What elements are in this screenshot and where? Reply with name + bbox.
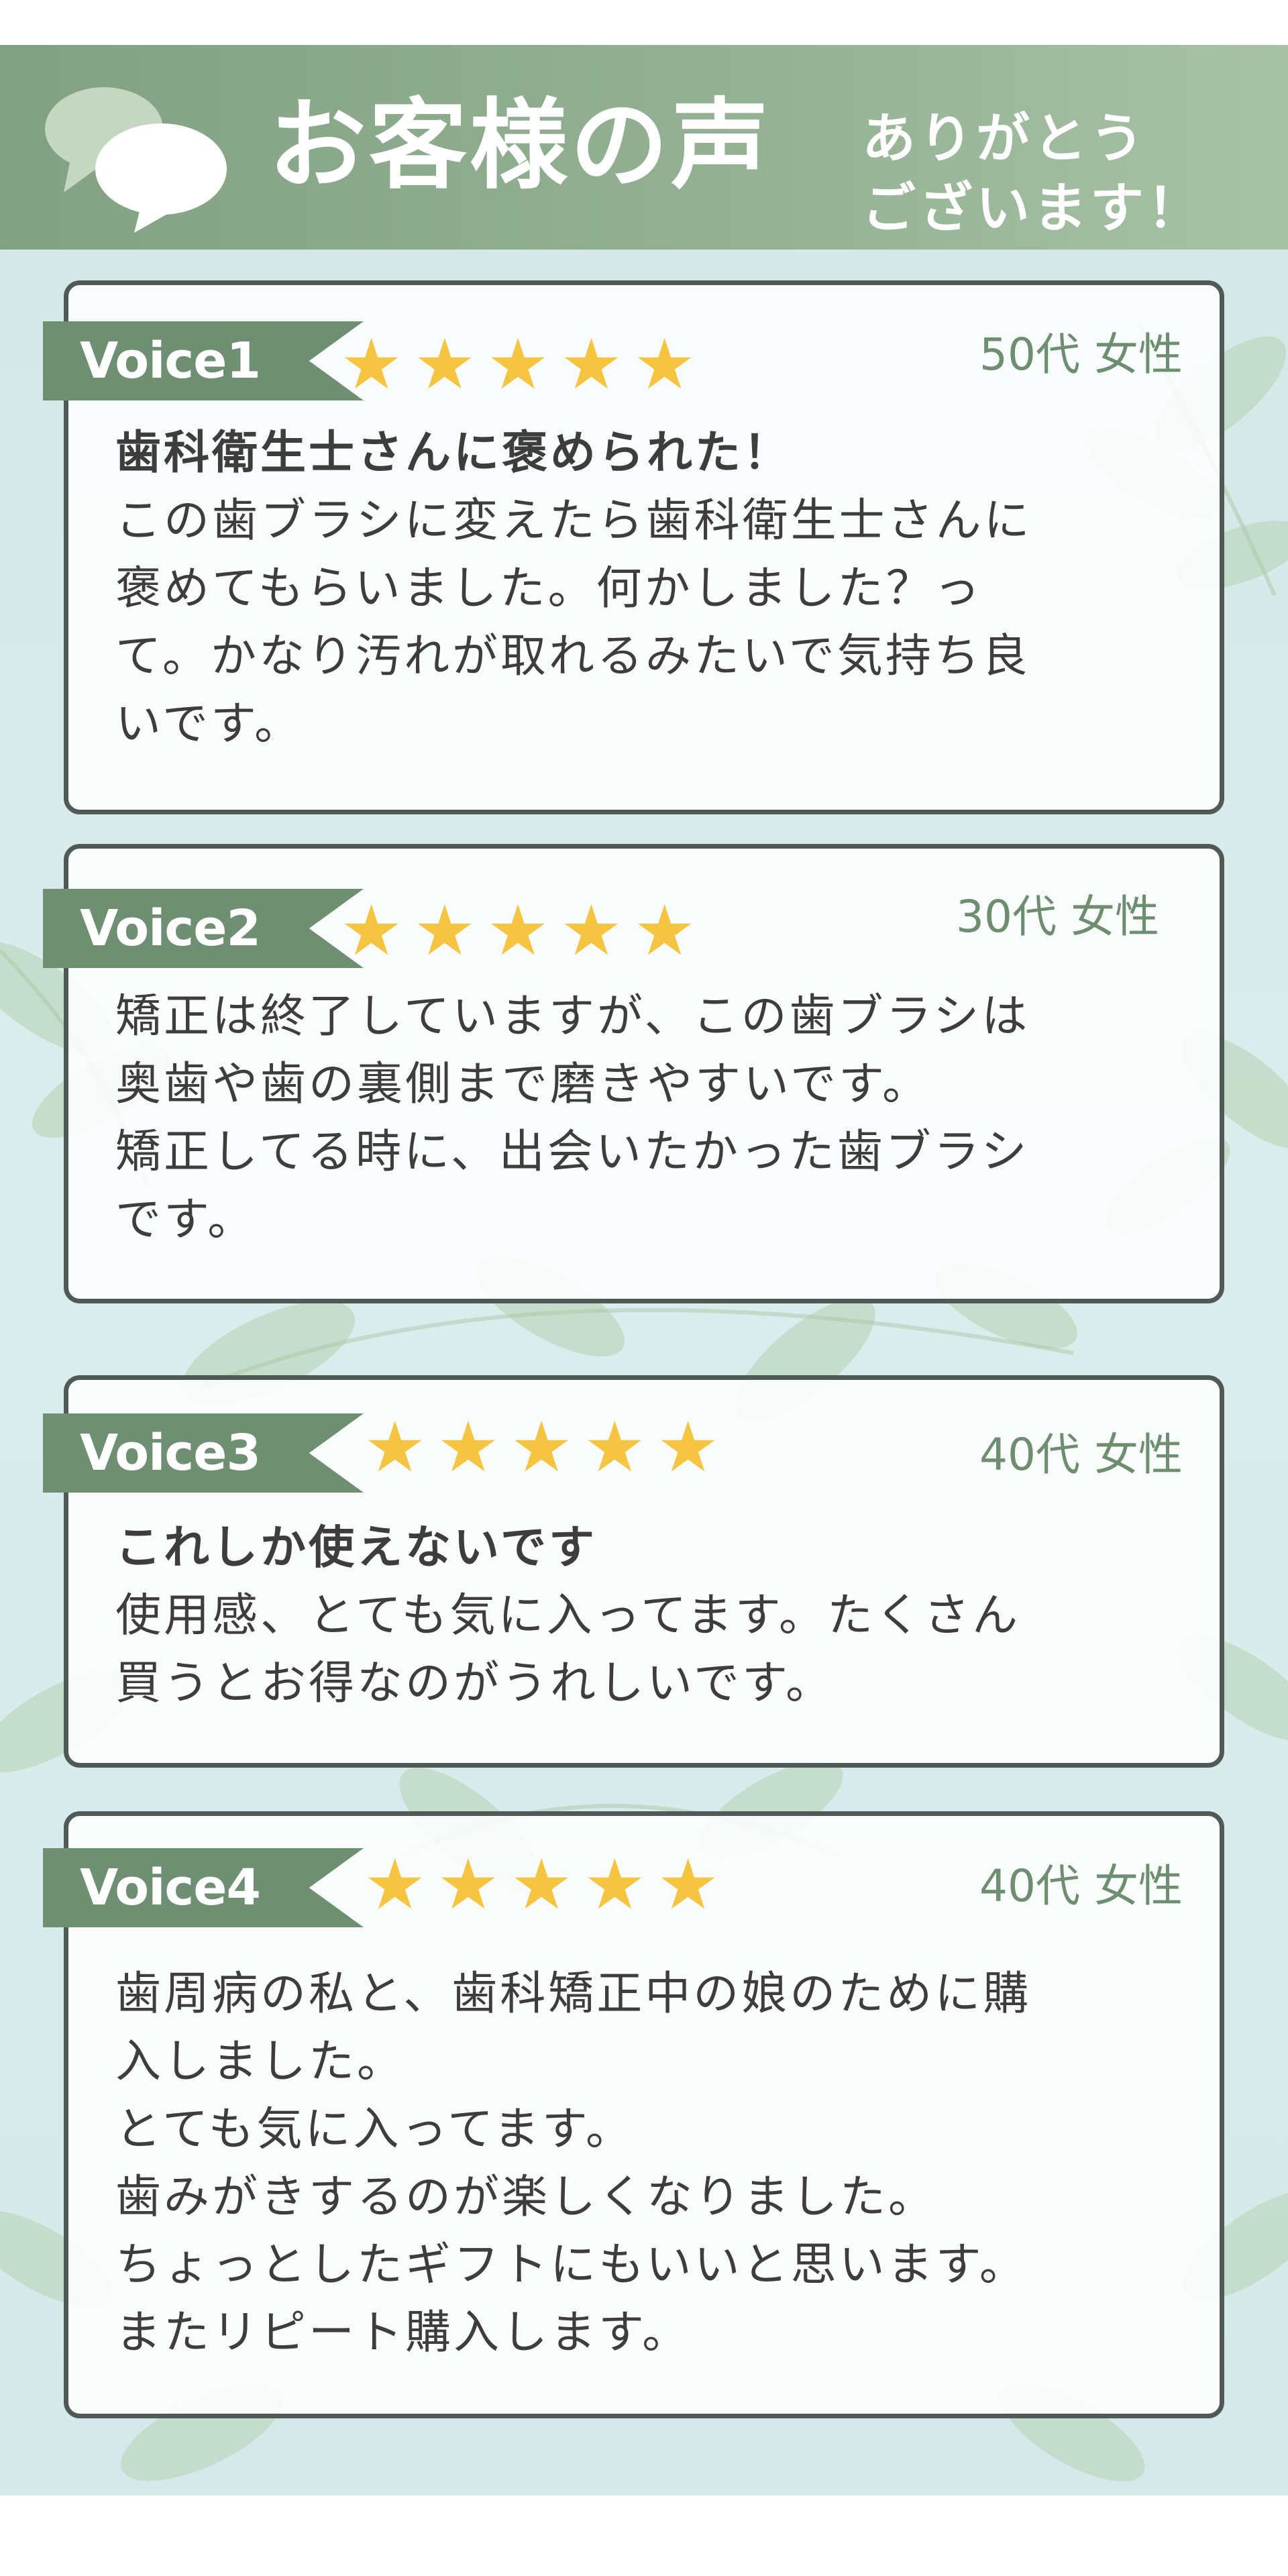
review-body: 歯周病の私と、歯科矯正中の娘のために購 入しました。 とても気に入ってます。 歯… <box>115 1960 1179 2367</box>
review-card-2: Voice2 ★★★★★ 30代 女性 矯正は終了していますが、この歯ブラシは … <box>43 844 1224 1303</box>
review-line: いです。 <box>115 698 303 751</box>
review-line: 買うとお得なのがうれしいです。 <box>115 1657 835 1710</box>
review-line: 褒めてもらいました。何かしました？っ <box>115 562 983 615</box>
star-rating: ★★★★★ <box>340 890 707 971</box>
thank-you-message: ありがとう ございます！ <box>862 104 1265 244</box>
star-rating: ★★★★★ <box>364 1406 731 1488</box>
review-title: これしか使えないです <box>115 1521 597 1574</box>
review-line: です。 <box>115 1193 256 1246</box>
voice-tag: Voice1 <box>43 321 364 400</box>
review-body: 矯正は終了していますが、この歯ブラシは 奥歯や歯の裏側まで磨きやすいです。 矯正… <box>115 983 1179 1254</box>
review-line: 矯正は終了していますが、この歯ブラシは <box>115 990 1030 1043</box>
review-line: この歯ブラシに変えたら歯科衛生士さんに <box>115 494 1032 547</box>
thanks-line-2: ございます！ <box>862 177 1204 239</box>
review-line: 奥歯や歯の裏側まで磨きやすいです。 <box>115 1058 931 1111</box>
review-line: 矯正してる時に、出会いたかった歯ブラシ <box>115 1126 1030 1179</box>
voice-tag-label: Voice3 <box>80 1424 261 1482</box>
review-title: 歯科衛生士さんに褒められた！ <box>115 427 792 480</box>
star-rating: ★★★★★ <box>340 323 707 405</box>
reviewer-age-gender: 50代 女性 <box>979 329 1183 380</box>
review-line: 使用感、とても気に入ってます。たくさん <box>115 1589 1020 1642</box>
speech-bubbles-icon <box>45 87 227 233</box>
review-card-4: Voice4 ★★★★★ 40代 女性 歯周病の私と、歯科矯正中の娘のために購 … <box>43 1811 1224 2418</box>
page-title: お客様の声 <box>268 89 771 203</box>
review-line: て。かなり汚れが取れるみたいで気持ち良 <box>115 630 1030 683</box>
page-canvas: お客様の声 ありがとう ございます！ Voice1 ★★★★★ 50代 女性 歯… <box>0 0 1288 2576</box>
review-line: またリピート購入します。 <box>115 2306 691 2359</box>
reviewer-age-gender: 30代 女性 <box>956 891 1159 943</box>
review-line: 歯周病の私と、歯科矯正中の娘のために購 <box>115 1968 1032 2021</box>
thanks-line-1: ありがとう <box>862 107 1147 170</box>
voice-tag: Voice3 <box>43 1413 364 1493</box>
reviewer-age-gender: 40代 女性 <box>979 1429 1183 1481</box>
review-body: これしか使えないです 使用感、とても気に入ってます。たくさん 買うとお得なのがう… <box>115 1514 1179 1717</box>
review-line: 歯みがきするのが楽しくなりました。 <box>115 2171 937 2224</box>
review-line: 入しました。 <box>115 2035 406 2088</box>
voice-tag-label: Voice1 <box>80 332 261 390</box>
voice-tag: Voice4 <box>43 1848 364 1927</box>
voice-tag-label: Voice2 <box>80 900 261 957</box>
voice-tag-label: Voice4 <box>80 1859 261 1917</box>
star-rating: ★★★★★ <box>364 1843 731 1925</box>
header-banner: お客様の声 ありがとう ございます！ <box>0 45 1288 250</box>
review-card-1: Voice1 ★★★★★ 50代 女性 歯科衛生士さんに褒められた！ この歯ブラ… <box>43 280 1224 814</box>
review-body: 歯科衛生士さんに褒められた！ この歯ブラシに変えたら歯科衛生士さんに 褒めてもら… <box>115 419 1179 758</box>
voice-tag: Voice2 <box>43 889 364 968</box>
review-card-3: Voice3 ★★★★★ 40代 女性 これしか使えないです 使用感、とても気に… <box>43 1375 1224 1768</box>
reviewer-age-gender: 40代 女性 <box>979 1860 1183 1912</box>
review-line: ちょっとしたギフトにもいいと思います。 <box>115 2239 1028 2292</box>
review-line: とても気に入ってます。 <box>115 2103 634 2156</box>
